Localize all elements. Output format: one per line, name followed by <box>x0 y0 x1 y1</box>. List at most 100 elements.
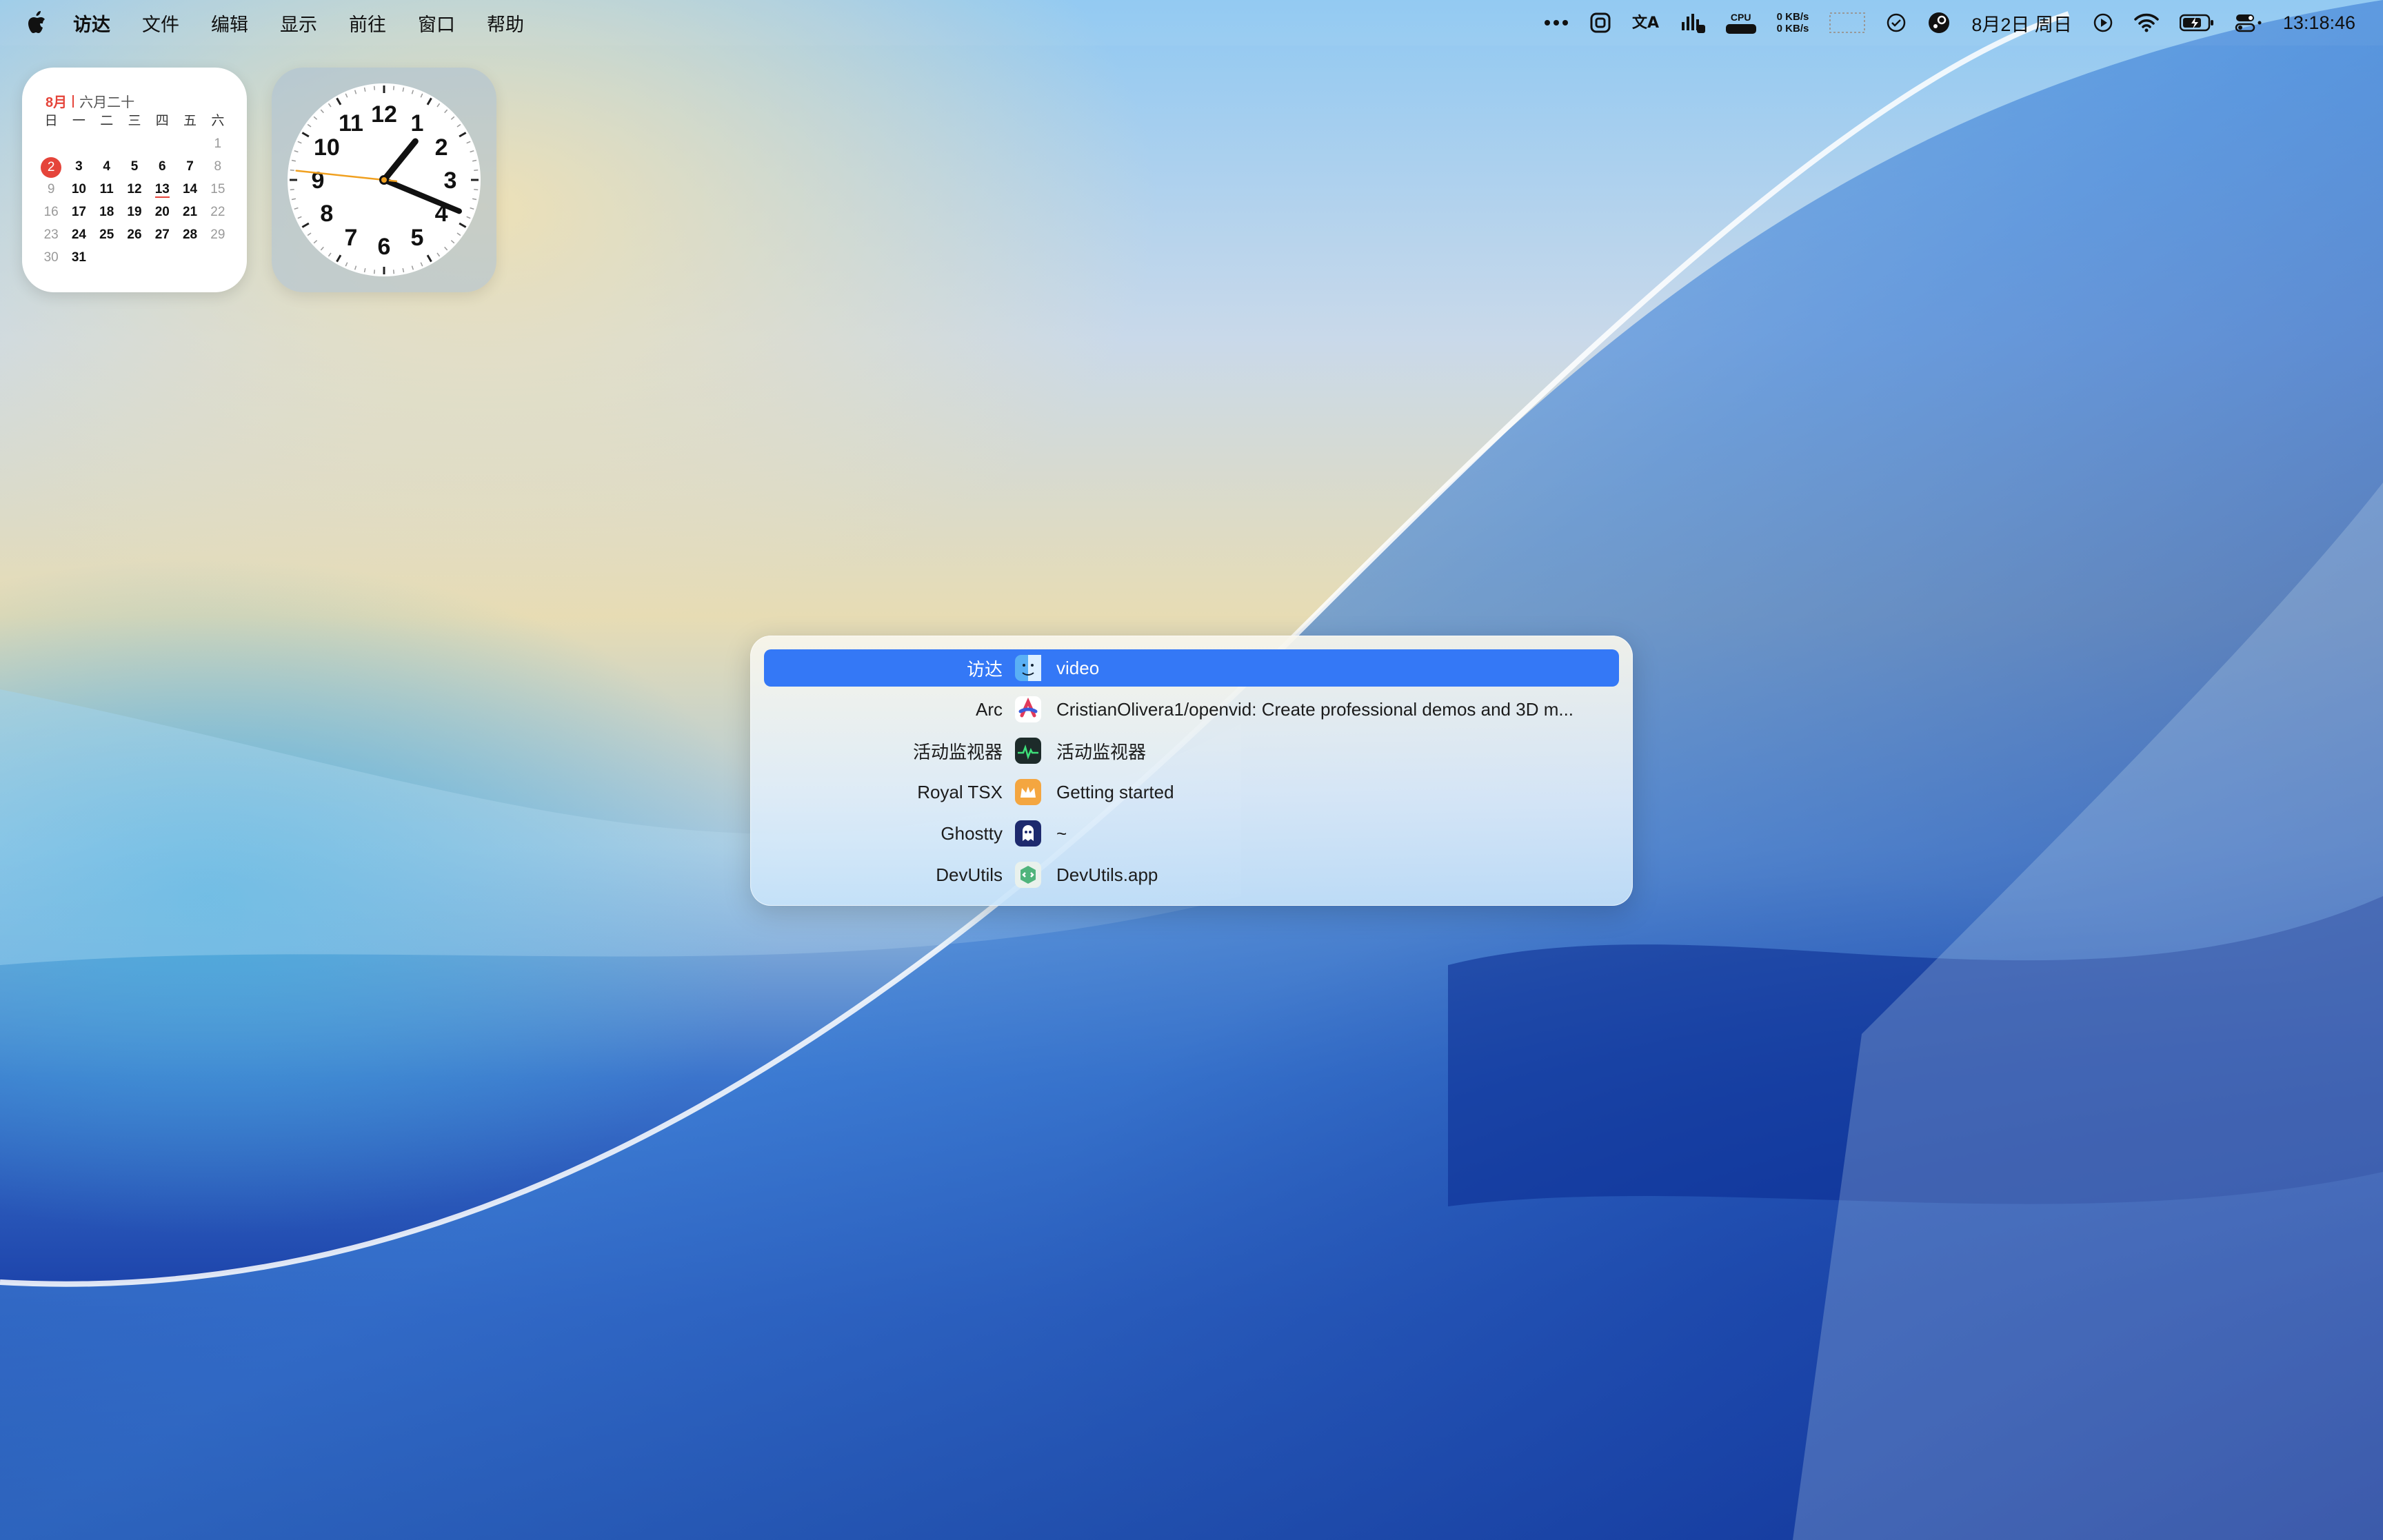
calendar-day: 20 <box>148 203 176 221</box>
calendar-day-number: 30 <box>43 250 59 265</box>
calendar-day: 7 <box>176 157 203 176</box>
calendar-day-number: 20 <box>154 205 170 219</box>
screenshot-icon[interactable] <box>1589 9 1611 37</box>
calendar-day: 5 <box>121 157 148 176</box>
calendar-empty-cell <box>93 248 121 267</box>
calendar-weekday: 五 <box>183 114 197 128</box>
network-speed-icon[interactable]: 0 KB/s 0 KB/s <box>1777 11 1809 34</box>
menubar-date[interactable]: 8月2日 周日 <box>1971 10 2072 37</box>
clock-widget[interactable]: 12 1 2 3 4 5 6 7 8 9 10 11 <box>272 68 496 292</box>
window-switcher-panel: 访达 video Arc CristianOlivera1/openvid: Crea… <box>750 636 1633 906</box>
play-icon[interactable] <box>2093 9 2113 37</box>
calendar-day-number: 18 <box>99 205 114 219</box>
wifi-icon[interactable] <box>2134 9 2159 37</box>
switcher-row-app-name: 访达 <box>966 658 1003 680</box>
calendar-day: 23 <box>37 225 65 244</box>
switcher-row-ghostty[interactable]: Ghostty ~ <box>764 815 1619 852</box>
clock-number: 7 <box>345 225 358 251</box>
switcher-row-window-title: video <box>1056 657 1100 678</box>
clock-number: 6 <box>378 234 391 260</box>
battery-icon[interactable] <box>2179 9 2214 37</box>
calendar-day: 18 <box>93 203 121 221</box>
calendar-day: 8 <box>204 157 232 176</box>
calendar-day-number: 28 <box>182 227 198 242</box>
switcher-row-window-title: CristianOlivera1/openvid: Create profess… <box>1056 698 1574 720</box>
clock-tick <box>290 169 294 172</box>
menu-help[interactable]: 帮助 <box>487 10 524 37</box>
menu-window[interactable]: 窗口 <box>418 10 455 37</box>
clock-number: 10 <box>314 134 340 161</box>
clock-number: 9 <box>312 168 325 194</box>
calendar-day-number: 11 <box>99 182 114 196</box>
calendar-divider <box>72 94 74 108</box>
calendar-weekday: 日 <box>44 114 58 128</box>
calendar-day-number: 17 <box>71 205 86 219</box>
menu-edit[interactable]: 编辑 <box>211 10 248 37</box>
menubar-time[interactable]: 13:18:46 <box>2283 12 2355 34</box>
calendar-day-number: 3 <box>75 159 83 174</box>
calendar-empty-cell <box>148 134 176 153</box>
calendar-day: 6 <box>148 157 176 176</box>
calendar-day-number: 29 <box>210 227 225 242</box>
clock-number: 11 <box>339 110 363 136</box>
royal-tsx-icon <box>1015 779 1041 805</box>
calendar-day: 27 <box>148 225 176 244</box>
clock-center-dot <box>381 177 387 183</box>
calendar-day-number: 24 <box>71 227 86 242</box>
apple-icon[interactable] <box>25 10 47 36</box>
calendar-empty-cell <box>121 134 148 153</box>
calendar-empty-cell <box>37 134 65 153</box>
calendar-day: 17 <box>65 203 92 221</box>
input-method-icon[interactable]: 文A <box>1632 9 1660 37</box>
calendar-day-number: 4 <box>103 159 110 174</box>
calendar-day-number: 22 <box>210 205 225 219</box>
check-icon[interactable] <box>1886 9 1907 37</box>
calendar-day-number: 6 <box>158 159 166 174</box>
calendar-empty-cell <box>121 248 148 267</box>
calendar-day: 22 <box>204 203 232 221</box>
clock-face: 12 1234567891011 <box>288 83 481 276</box>
calendar-empty-cell <box>65 134 92 153</box>
net-down: 0 KB/s <box>1776 23 1809 34</box>
svg-text:文A: 文A <box>1632 14 1659 32</box>
clock-number: 5 <box>411 225 424 251</box>
switcher-row-royal-tsx[interactable]: Royal TSX Getting started <box>764 773 1619 811</box>
calendar-day: 2 <box>37 157 65 178</box>
menu-view[interactable]: 显示 <box>280 10 317 37</box>
ghostty-icon <box>1015 820 1041 847</box>
calendar-weekday: 一 <box>72 114 86 128</box>
control-center-icon[interactable] <box>2235 9 2262 37</box>
steam-icon[interactable] <box>1927 9 1951 37</box>
calendar-day-number: 13 <box>154 182 170 198</box>
audio-icon[interactable] <box>1680 9 1705 37</box>
calendar-day: 25 <box>93 225 121 244</box>
calendar-weekday: 二 <box>100 114 114 128</box>
activity-monitor-icon <box>1015 738 1041 764</box>
calendar-day: 30 <box>37 248 65 267</box>
calendar-day: 15 <box>204 180 232 199</box>
switcher-row-arc[interactable]: Arc CristianOlivera1/openvid: Create prof… <box>764 691 1619 728</box>
finder-icon <box>1015 655 1041 681</box>
switcher-row-finder[interactable]: 访达 video <box>764 649 1619 687</box>
menu-app-name[interactable]: 访达 <box>73 10 110 37</box>
calendar-day: 31 <box>65 248 92 267</box>
switcher-row-window-title: DevUtils.app <box>1056 864 1158 885</box>
calendar-widget[interactable]: 8月 六月二十 日一二三四五六 1 2 3 4 5 6 7 8 9 10 11 12 13 14 15 16 17… <box>22 68 247 292</box>
calendar-day: 14 <box>176 180 203 199</box>
net-up: 0 KB/s <box>1776 11 1809 23</box>
calendar-day-number: 10 <box>71 182 86 196</box>
calendar-day-number: 5 <box>130 159 139 174</box>
menu-file[interactable]: 文件 <box>142 10 179 37</box>
clock-number: 1 <box>411 110 424 136</box>
memory-graph-icon[interactable] <box>1829 9 1866 37</box>
calendar-day: 11 <box>93 180 121 199</box>
cpu-meter-icon[interactable]: CPU <box>1725 12 1756 34</box>
more-icon[interactable] <box>1544 9 1569 37</box>
menu-go[interactable]: 前往 <box>349 10 386 37</box>
calendar-day: 1 <box>204 134 232 153</box>
calendar-day-number: 16 <box>43 205 59 219</box>
switcher-row-devutils[interactable]: DevUtils DevUtils.app <box>764 856 1619 893</box>
calendar-day-number: 8 <box>214 159 222 174</box>
calendar-day-number: 15 <box>210 182 225 196</box>
switcher-row-activity-monitor[interactable]: 活动监视器 活动监视器 <box>764 732 1619 769</box>
